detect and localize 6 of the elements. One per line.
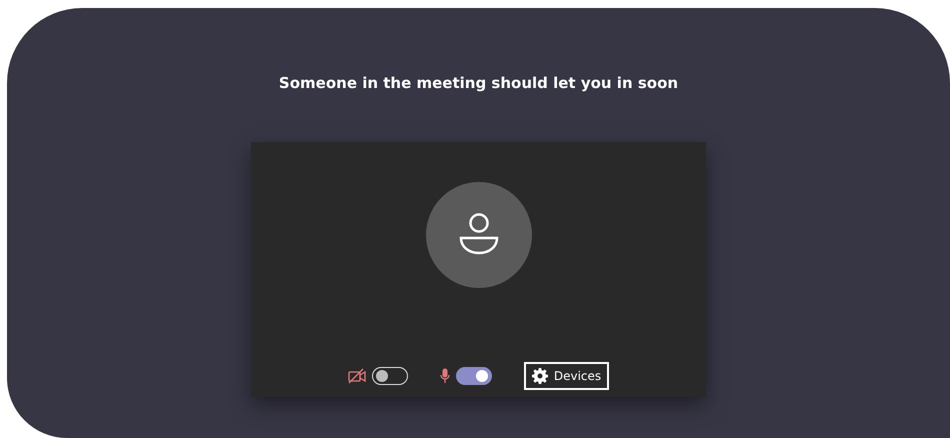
settings-icon [532, 368, 548, 384]
toggle-switch[interactable] [456, 367, 492, 385]
camera-off-icon [348, 368, 366, 384]
lobby-message: Someone in the meeting should let you in soon [278, 74, 678, 92]
devices-button[interactable]: Devices [524, 362, 610, 390]
microphone-icon [440, 368, 450, 384]
